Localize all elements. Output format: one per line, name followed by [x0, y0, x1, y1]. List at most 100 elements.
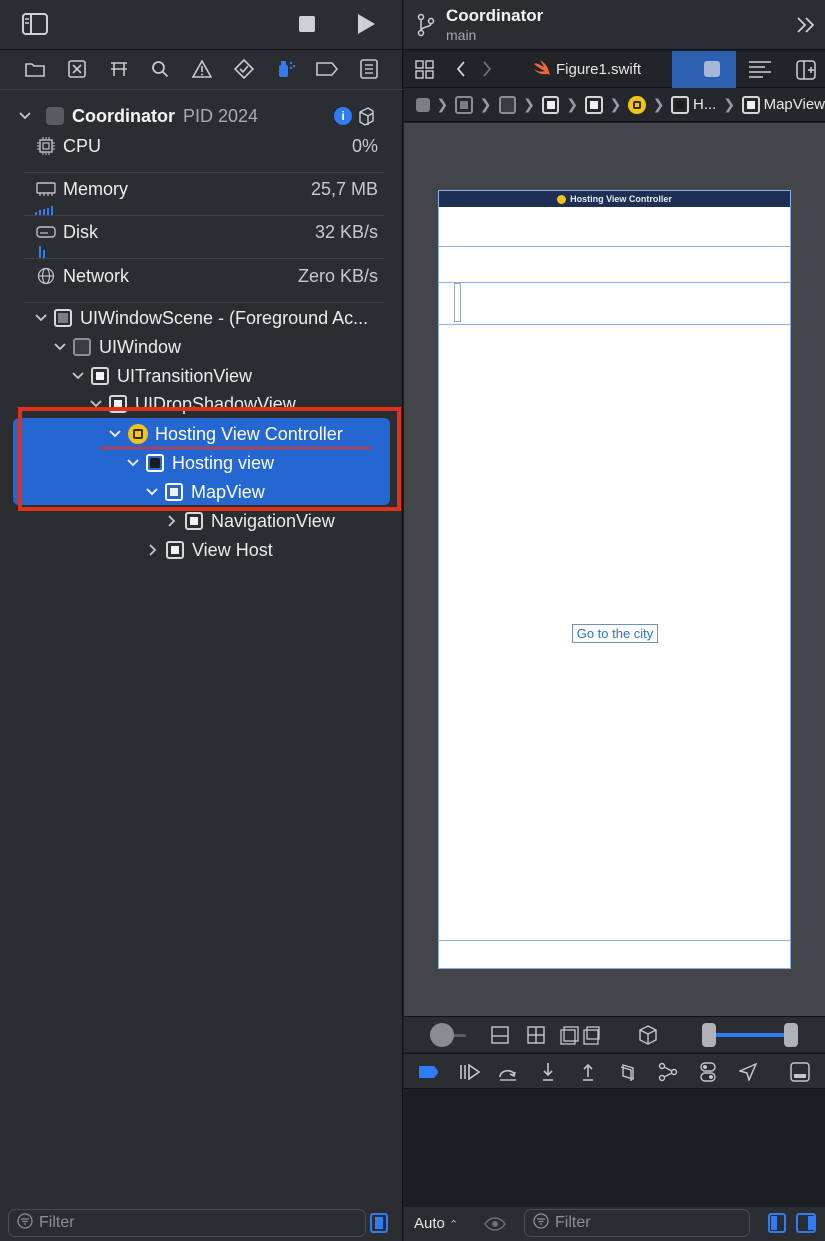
highlight-underline — [100, 447, 372, 449]
divider — [439, 940, 790, 941]
branch-icon — [416, 13, 436, 37]
report-icon[interactable] — [358, 58, 380, 80]
jumpbar-item-mapview[interactable]: MapView — [764, 96, 825, 113]
back-chevron-icon[interactable] — [456, 61, 468, 79]
stop-icon[interactable] — [296, 13, 318, 35]
chevron-right-icon: ❯ — [609, 96, 622, 112]
chevron-right-icon: ❯ — [566, 96, 579, 112]
source-control-icon[interactable] — [66, 58, 88, 80]
issue-warning-icon[interactable] — [191, 58, 213, 80]
chevron-right-icon: ❯ — [436, 96, 449, 112]
view-icon[interactable] — [585, 95, 603, 114]
window-icon — [73, 338, 91, 356]
highlight-box — [18, 407, 401, 511]
step-into-icon[interactable] — [538, 1062, 558, 1082]
auto-selector[interactable]: Auto ⌃ — [414, 1215, 458, 1232]
go-to-city-button[interactable]: Go to the city — [572, 624, 658, 643]
tree-row-scene[interactable]: UIWindowScene - (Foreground Ac... — [34, 305, 368, 331]
add-editor-icon[interactable] — [796, 60, 816, 80]
view-controller-icon[interactable] — [628, 95, 646, 114]
chevron-right-icon: ❯ — [723, 96, 736, 112]
filter-placeholder: Filter — [39, 1214, 75, 1231]
show-constraints-icon[interactable] — [526, 1025, 546, 1045]
step-out-icon[interactable] — [578, 1062, 598, 1082]
jumpbar-item-hosting[interactable]: H... — [693, 96, 716, 113]
search-icon[interactable] — [149, 58, 171, 80]
run-icon[interactable] — [354, 11, 378, 37]
spacing-slider[interactable] — [430, 1023, 468, 1047]
process-header[interactable]: Coordinator PID 2024 — [18, 104, 258, 128]
sidebar-toggle-icon[interactable] — [22, 12, 48, 36]
app-icon[interactable] — [416, 97, 430, 112]
debug-console-area[interactable] — [404, 1090, 825, 1207]
symbol-icon[interactable] — [108, 58, 130, 80]
grid-icon[interactable] — [415, 60, 435, 80]
tree-row-viewhost[interactable]: View Host — [146, 537, 273, 563]
wireframe-icon[interactable] — [560, 1025, 600, 1045]
chevron-down-icon[interactable] — [18, 109, 32, 123]
gauge-disk[interactable]: Disk 32 KB/s — [36, 219, 378, 245]
device-preview[interactable]: Hosting View Controller Go to the city — [438, 190, 791, 969]
process-name: Coordinator — [72, 105, 175, 126]
memory-icon — [36, 179, 56, 199]
clip-content-icon[interactable] — [490, 1025, 510, 1045]
process-pid: PID 2024 — [183, 105, 259, 126]
breakpoints-toggle-icon[interactable] — [418, 1062, 438, 1082]
debug-spray-icon[interactable] — [275, 58, 297, 80]
gauge-memory[interactable]: Memory 25,7 MB — [36, 176, 378, 202]
tree-row-window[interactable]: UIWindow — [53, 334, 181, 360]
chevron-right-icon[interactable] — [165, 514, 179, 528]
scheme-title[interactable]: Coordinator — [446, 6, 543, 26]
tree-row-transition[interactable]: UITransitionView — [71, 363, 252, 389]
console-filter-field[interactable]: Filter — [524, 1209, 750, 1237]
chevron-right-icon: ❯ — [479, 96, 492, 112]
tree-row-navigationview[interactable]: NavigationView — [165, 508, 335, 534]
cube-3d-icon[interactable] — [638, 1025, 658, 1045]
branch-name: main — [446, 27, 477, 43]
navigator-filter-field[interactable]: Filter — [8, 1209, 366, 1237]
view-debugger-canvas[interactable]: Hosting View Controller Go to the city — [404, 123, 825, 1016]
chevron-down-icon[interactable] — [34, 311, 48, 325]
chevron-down-icon[interactable] — [53, 340, 67, 354]
chevron-down-icon[interactable] — [71, 369, 85, 383]
package-icon[interactable] — [356, 106, 376, 126]
step-over-icon[interactable] — [498, 1062, 518, 1082]
editor-tab-bar: Figure1.swift Vi — [404, 51, 825, 88]
environment-overrides-icon[interactable] — [698, 1062, 718, 1082]
variables-panel-icon[interactable] — [768, 1213, 786, 1233]
memory-sparkline — [35, 203, 55, 216]
network-icon — [36, 266, 56, 286]
scene-icon[interactable] — [455, 95, 473, 114]
info-icon[interactable]: i — [334, 107, 352, 125]
text-lines-icon[interactable] — [748, 60, 772, 80]
console-toggle-icon[interactable] — [796, 1213, 816, 1233]
chevron-right-icon[interactable] — [146, 543, 160, 557]
location-icon[interactable] — [738, 1062, 758, 1082]
view-icon — [166, 541, 184, 559]
filter-icon — [17, 1212, 33, 1234]
test-diamond-icon[interactable] — [233, 58, 255, 80]
breakpoint-icon[interactable] — [316, 58, 339, 80]
window-icon[interactable] — [498, 95, 517, 114]
range-slider[interactable] — [702, 1023, 800, 1047]
gauge-network[interactable]: Network Zero KB/s — [36, 263, 378, 289]
jump-bar: ❯ ❯ ❯ ❯ ❯ ❯ H... ❯ MapView — [404, 88, 825, 122]
disk-icon — [36, 222, 56, 242]
forward-chevron-icon[interactable] — [482, 61, 494, 79]
view-icon — [185, 512, 203, 530]
eye-icon[interactable] — [484, 1216, 506, 1232]
view-icon[interactable] — [742, 95, 760, 114]
filter-options-icon[interactable] — [370, 1213, 388, 1233]
view-icon[interactable] — [541, 95, 560, 114]
chevron-right-icon: ❯ — [523, 96, 535, 112]
folder-icon[interactable] — [24, 58, 46, 80]
console-panel-icon[interactable] — [790, 1062, 810, 1082]
view-icon[interactable] — [671, 95, 689, 114]
view-hierarchy-icon[interactable] — [618, 1062, 638, 1082]
tab-figure1-swift[interactable]: Figure1.swift — [532, 51, 641, 88]
more-chevrons-icon[interactable] — [796, 16, 816, 34]
memory-graph-icon[interactable] — [658, 1062, 678, 1082]
continue-icon[interactable] — [458, 1062, 482, 1082]
gauge-cpu[interactable]: CPU 0% — [36, 133, 378, 159]
debug-bar — [404, 1053, 825, 1089]
